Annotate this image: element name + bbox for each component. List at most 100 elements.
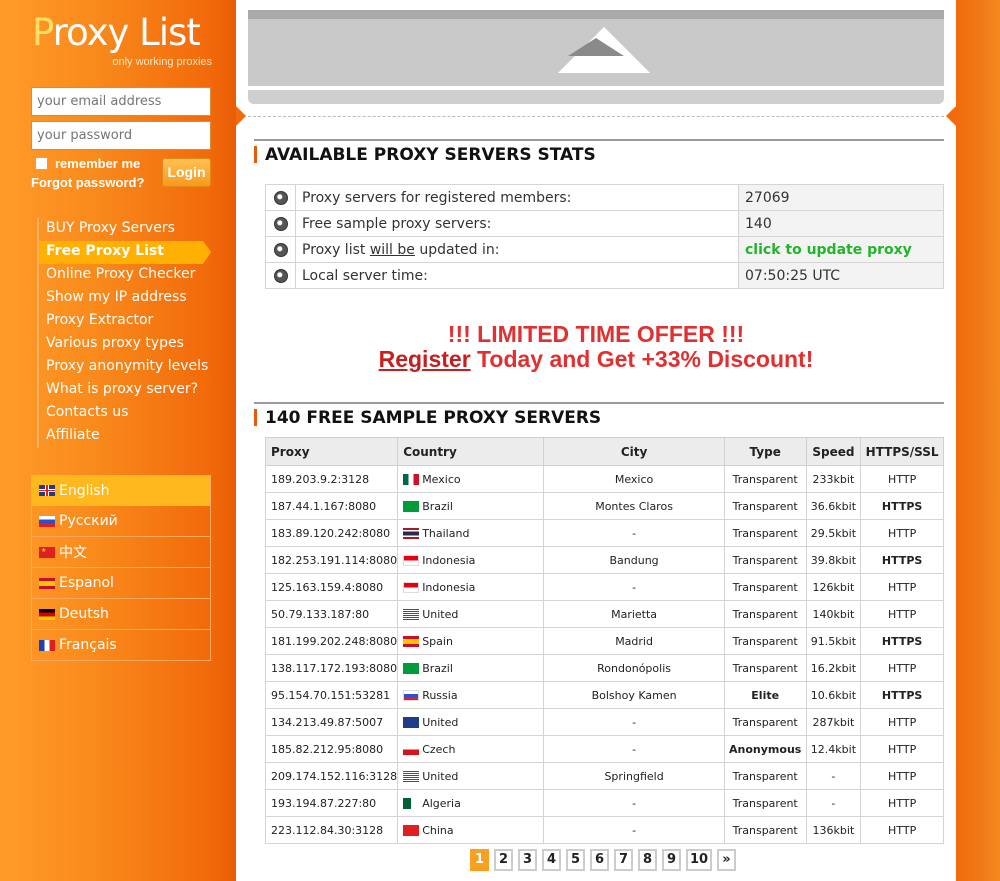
algeria-flag-icon	[403, 798, 420, 809]
nav-buy-proxy-servers[interactable]: BUY Proxy Servers	[39, 218, 211, 241]
cell-city: Bolshoy Kamen	[543, 681, 725, 709]
cell-country: United	[397, 708, 545, 736]
cell-country-text: China	[422, 823, 454, 837]
cell-https: HTTPS	[860, 492, 944, 520]
cell-country-text: Mexico	[422, 472, 461, 486]
page-6-button[interactable]: 6	[590, 849, 609, 871]
language-french[interactable]: Français	[31, 630, 211, 661]
cell-city: Marietta	[543, 600, 725, 628]
cell-type-text: Transparent	[732, 472, 798, 486]
login-button[interactable]: Login	[162, 158, 211, 187]
table-row: 193.194.87.227:80 Algeria - Transparent - HTT…	[264, 789, 944, 817]
nav-anonymity-levels[interactable]: Proxy anonymity levels	[39, 356, 211, 379]
cell-city-text: Madrid	[615, 634, 653, 648]
language-label: Deutsh	[59, 606, 109, 622]
cell-city-text: Montes Claros	[595, 499, 673, 513]
germany-flag-icon	[39, 608, 55, 620]
cell-type: Transparent	[723, 654, 807, 682]
stats-row: Proxy list will be updated in: click to …	[265, 236, 944, 263]
table-row: 223.112.84.30:3128 China - Transparent 136kb…	[264, 816, 944, 844]
cell-type: Elite	[723, 681, 807, 709]
dashed-divider	[248, 116, 944, 117]
forgot-password-link[interactable]: Forgot password?	[31, 175, 144, 190]
language-german[interactable]: Deutsh	[31, 599, 211, 630]
table-row: 125.163.159.4:8080 Indonesia - Transparent 1…	[264, 573, 944, 601]
cell-type-text: Transparent	[732, 796, 798, 810]
cell-proxy: 134.213.49.87:5007	[264, 708, 399, 736]
cell-speed-text: 136kbit	[812, 823, 855, 837]
header-type[interactable]: Type	[723, 437, 807, 466]
cell-proxy-text: 134.213.49.87:5007	[271, 715, 384, 729]
register-link[interactable]: Register	[379, 346, 471, 372]
next-page-button[interactable]: »	[717, 849, 736, 871]
nav-proxy-extractor[interactable]: Proxy Extractor	[39, 310, 211, 333]
header-country[interactable]: Country	[397, 437, 545, 466]
logo[interactable]: Proxy List only working proxies	[32, 11, 212, 69]
cell-country-text: Czech	[422, 742, 456, 756]
remember-checkbox[interactable]	[35, 157, 48, 170]
cell-city: -	[543, 519, 725, 547]
header-proxy[interactable]: Proxy	[264, 437, 399, 466]
cell-https-text: HTTP	[888, 823, 917, 837]
nav-what-is-proxy[interactable]: What is proxy server?	[39, 379, 211, 402]
email-input[interactable]	[31, 87, 211, 116]
header-speed[interactable]: Speed	[805, 437, 862, 466]
cell-proxy: 189.203.9.2:3128	[264, 465, 399, 493]
cell-speed: 136kbit	[805, 816, 862, 844]
logo-rest: roxy List	[52, 11, 201, 54]
nav-free-proxy-list[interactable]: Free Proxy List	[39, 241, 211, 264]
cell-https: HTTP	[860, 735, 944, 763]
cell-country: Mexico	[397, 465, 545, 493]
update-proxy-link[interactable]: click to update proxy	[738, 236, 944, 263]
page-9-button[interactable]: 9	[662, 849, 681, 871]
cell-proxy: 50.79.133.187:80	[264, 600, 399, 628]
stats-section-title: AVAILABLE PROXY SERVERS STATS	[265, 145, 596, 165]
proxy-table-body: 189.203.9.2:3128 Mexico Mexico Transparent 2…	[264, 465, 944, 844]
table-row: 183.89.120.242:8080 Thailand - Transparent 2…	[264, 519, 944, 547]
cell-city: -	[543, 789, 725, 817]
brazil-flag-icon	[403, 663, 420, 674]
stats-row: Local server time: 07:50:25 UTC	[265, 262, 944, 289]
cell-proxy-text: 185.82.212.95:8080	[271, 742, 384, 756]
nav-proxy-types[interactable]: Various proxy types	[39, 333, 211, 356]
globe-icon	[273, 190, 288, 205]
page-8-button[interactable]: 8	[638, 849, 657, 871]
pagination: 1 2 3 4 5 6 7 8 9 10»	[470, 849, 736, 871]
page-7-button[interactable]: 7	[614, 849, 633, 871]
language-chinese[interactable]: ★ 中文	[31, 537, 211, 568]
nav-online-proxy-checker[interactable]: Online Proxy Checker	[39, 264, 211, 287]
page-1-button[interactable]: 1	[470, 849, 489, 871]
cell-proxy: 125.163.159.4:8080	[264, 573, 399, 601]
page-10-button[interactable]: 10	[686, 849, 712, 871]
remember-me[interactable]: remember me	[35, 156, 140, 171]
cell-city-text: -	[632, 823, 637, 837]
cell-https: HTTP	[860, 519, 944, 547]
header-city[interactable]: City	[543, 437, 725, 466]
cell-https: HTTP	[860, 654, 944, 682]
table-row: 95.154.70.151:53281 Russia Bolshoy Kamen El…	[264, 681, 944, 709]
header-https[interactable]: HTTPS/SSL	[860, 437, 944, 466]
language-russian[interactable]: Русский	[31, 506, 211, 537]
page-2-button[interactable]: 2	[494, 849, 513, 871]
cell-https: HTTPS	[860, 546, 944, 574]
table-row: 187.44.1.167:8080 Brazil Montes Claros Tran…	[264, 492, 944, 520]
cell-type: Anonymous	[723, 735, 807, 763]
nav-affiliate[interactable]: Affiliate	[39, 425, 211, 448]
cell-proxy: 185.82.212.95:8080	[264, 735, 399, 763]
nav-show-my-ip[interactable]: Show my IP address	[39, 287, 211, 310]
page-5-button[interactable]: 5	[566, 849, 585, 871]
page-3-button[interactable]: 3	[518, 849, 537, 871]
thailand-flag-icon	[403, 528, 420, 539]
cell-type: Transparent	[723, 708, 807, 736]
cell-speed: 12.4kbit	[805, 735, 862, 763]
language-english[interactable]: English	[31, 475, 211, 506]
language-label: Français	[59, 637, 117, 653]
cell-city-text: -	[632, 742, 637, 756]
russia-flag-icon	[39, 515, 55, 527]
page-4-button[interactable]: 4	[542, 849, 561, 871]
cell-country-text: United	[422, 607, 459, 621]
nav-contacts[interactable]: Contacts us	[39, 402, 211, 425]
language-spanish[interactable]: Espanol	[31, 568, 211, 599]
password-input[interactable]	[31, 121, 211, 150]
cell-type: Transparent	[723, 816, 807, 844]
